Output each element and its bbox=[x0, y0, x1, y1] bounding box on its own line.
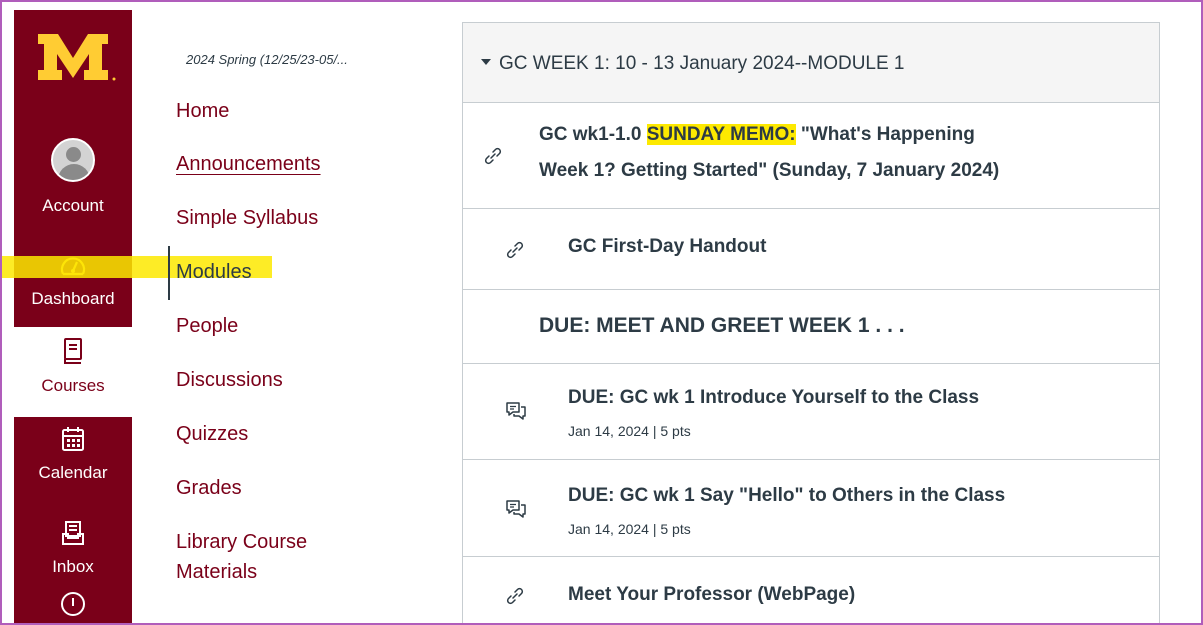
help-icon bbox=[61, 592, 85, 616]
global-nav-label: Dashboard bbox=[31, 289, 115, 308]
collapse-caret-icon[interactable] bbox=[481, 59, 491, 65]
module-item[interactable]: DUE: GC wk 1 Say "Hello" to Others in th… bbox=[463, 461, 1159, 557]
link-icon bbox=[506, 587, 524, 605]
module-item[interactable]: DUE: GC wk 1 Introduce Yourself to the C… bbox=[463, 365, 1159, 460]
course-nav-simple-syllabus[interactable]: Simple Syllabus bbox=[176, 207, 318, 230]
term-label: 2024 Spring (12/25/23-05/... bbox=[186, 52, 348, 67]
screenshot-frame: Account Dashboard Courses Calendar Inbox… bbox=[0, 0, 1203, 625]
modules-content: GC WEEK 1: 10 - 13 January 2024--MODULE … bbox=[462, 22, 1160, 623]
global-nav-label: Calendar bbox=[38, 463, 108, 482]
course-nav-library-course[interactable]: Library Course bbox=[176, 531, 307, 554]
course-nav-quizzes[interactable]: Quizzes bbox=[176, 423, 248, 446]
course-nav: 2024 Spring (12/25/23-05/... Home Announ… bbox=[162, 10, 452, 623]
course-nav-grades[interactable]: Grades bbox=[176, 477, 242, 500]
title-suffix: "What's Happening bbox=[795, 124, 975, 145]
course-nav-modules[interactable]: Modules bbox=[176, 261, 252, 284]
course-nav-home[interactable]: Home bbox=[176, 100, 229, 123]
module-item-title[interactable]: GC First-Day Handout bbox=[568, 232, 766, 262]
global-nav-label: Account bbox=[42, 196, 104, 215]
module-header[interactable]: GC WEEK 1: 10 - 13 January 2024--MODULE … bbox=[463, 23, 1159, 103]
account-avatar-icon bbox=[51, 138, 95, 182]
link-icon bbox=[484, 147, 502, 165]
title-prefix: GC wk1-1.0 bbox=[539, 124, 647, 145]
global-nav-label: Inbox bbox=[52, 557, 94, 576]
course-nav-announcements[interactable]: Announcements bbox=[176, 153, 321, 176]
module-item[interactable]: Meet Your Professor (WebPage) bbox=[463, 558, 1159, 623]
global-nav-inbox[interactable]: Inbox bbox=[14, 520, 132, 577]
courses-book-icon bbox=[64, 338, 82, 364]
global-nav-help[interactable] bbox=[14, 590, 132, 623]
due-date-points: Jan 14, 2024 | 5 pts bbox=[568, 423, 691, 439]
global-nav-account[interactable]: Account bbox=[14, 138, 132, 216]
module-subheader: DUE: MEET AND GREET WEEK 1 . . . bbox=[463, 291, 1159, 364]
active-indicator bbox=[168, 246, 170, 300]
module-item-title[interactable]: DUE: GC wk 1 Say "Hello" to Others in th… bbox=[568, 481, 1005, 511]
module-item[interactable]: GC First-Day Handout bbox=[463, 210, 1159, 290]
module-item[interactable]: GC wk1-1.0 SUNDAY MEMO: "What's Happenin… bbox=[463, 104, 1159, 209]
global-nav-label: Courses bbox=[41, 376, 105, 395]
module-title: GC WEEK 1: 10 - 13 January 2024--MODULE … bbox=[499, 53, 905, 74]
module-item-title-line2[interactable]: Week 1? Getting Started" (Sunday, 7 Janu… bbox=[539, 156, 999, 186]
block-m-logo-icon bbox=[38, 34, 116, 81]
link-icon bbox=[506, 241, 524, 259]
inbox-icon bbox=[62, 521, 84, 545]
highlighted-text: SUNDAY MEMO: bbox=[646, 124, 796, 145]
module-item-title[interactable]: Meet Your Professor (WebPage) bbox=[568, 580, 855, 610]
course-nav-people[interactable]: People bbox=[176, 315, 238, 338]
calendar-icon bbox=[62, 427, 84, 451]
course-nav-library-materials[interactable]: Materials bbox=[176, 561, 257, 584]
global-nav-courses[interactable]: Courses bbox=[14, 327, 132, 417]
global-nav-calendar[interactable]: Calendar bbox=[14, 426, 132, 483]
discussion-icon bbox=[506, 402, 526, 420]
module-item-title[interactable]: GC wk1-1.0 SUNDAY MEMO: "What's Happenin… bbox=[539, 120, 975, 150]
course-nav-discussions[interactable]: Discussions bbox=[176, 369, 283, 392]
discussion-icon bbox=[506, 500, 526, 518]
subheader-title: DUE: MEET AND GREET WEEK 1 . . . bbox=[539, 314, 905, 337]
university-logo[interactable] bbox=[14, 20, 132, 90]
due-date-points: Jan 14, 2024 | 5 pts bbox=[568, 521, 691, 537]
global-nav: Account Dashboard Courses Calendar Inbox bbox=[14, 10, 132, 623]
module-item-title[interactable]: DUE: GC wk 1 Introduce Yourself to the C… bbox=[568, 383, 979, 413]
